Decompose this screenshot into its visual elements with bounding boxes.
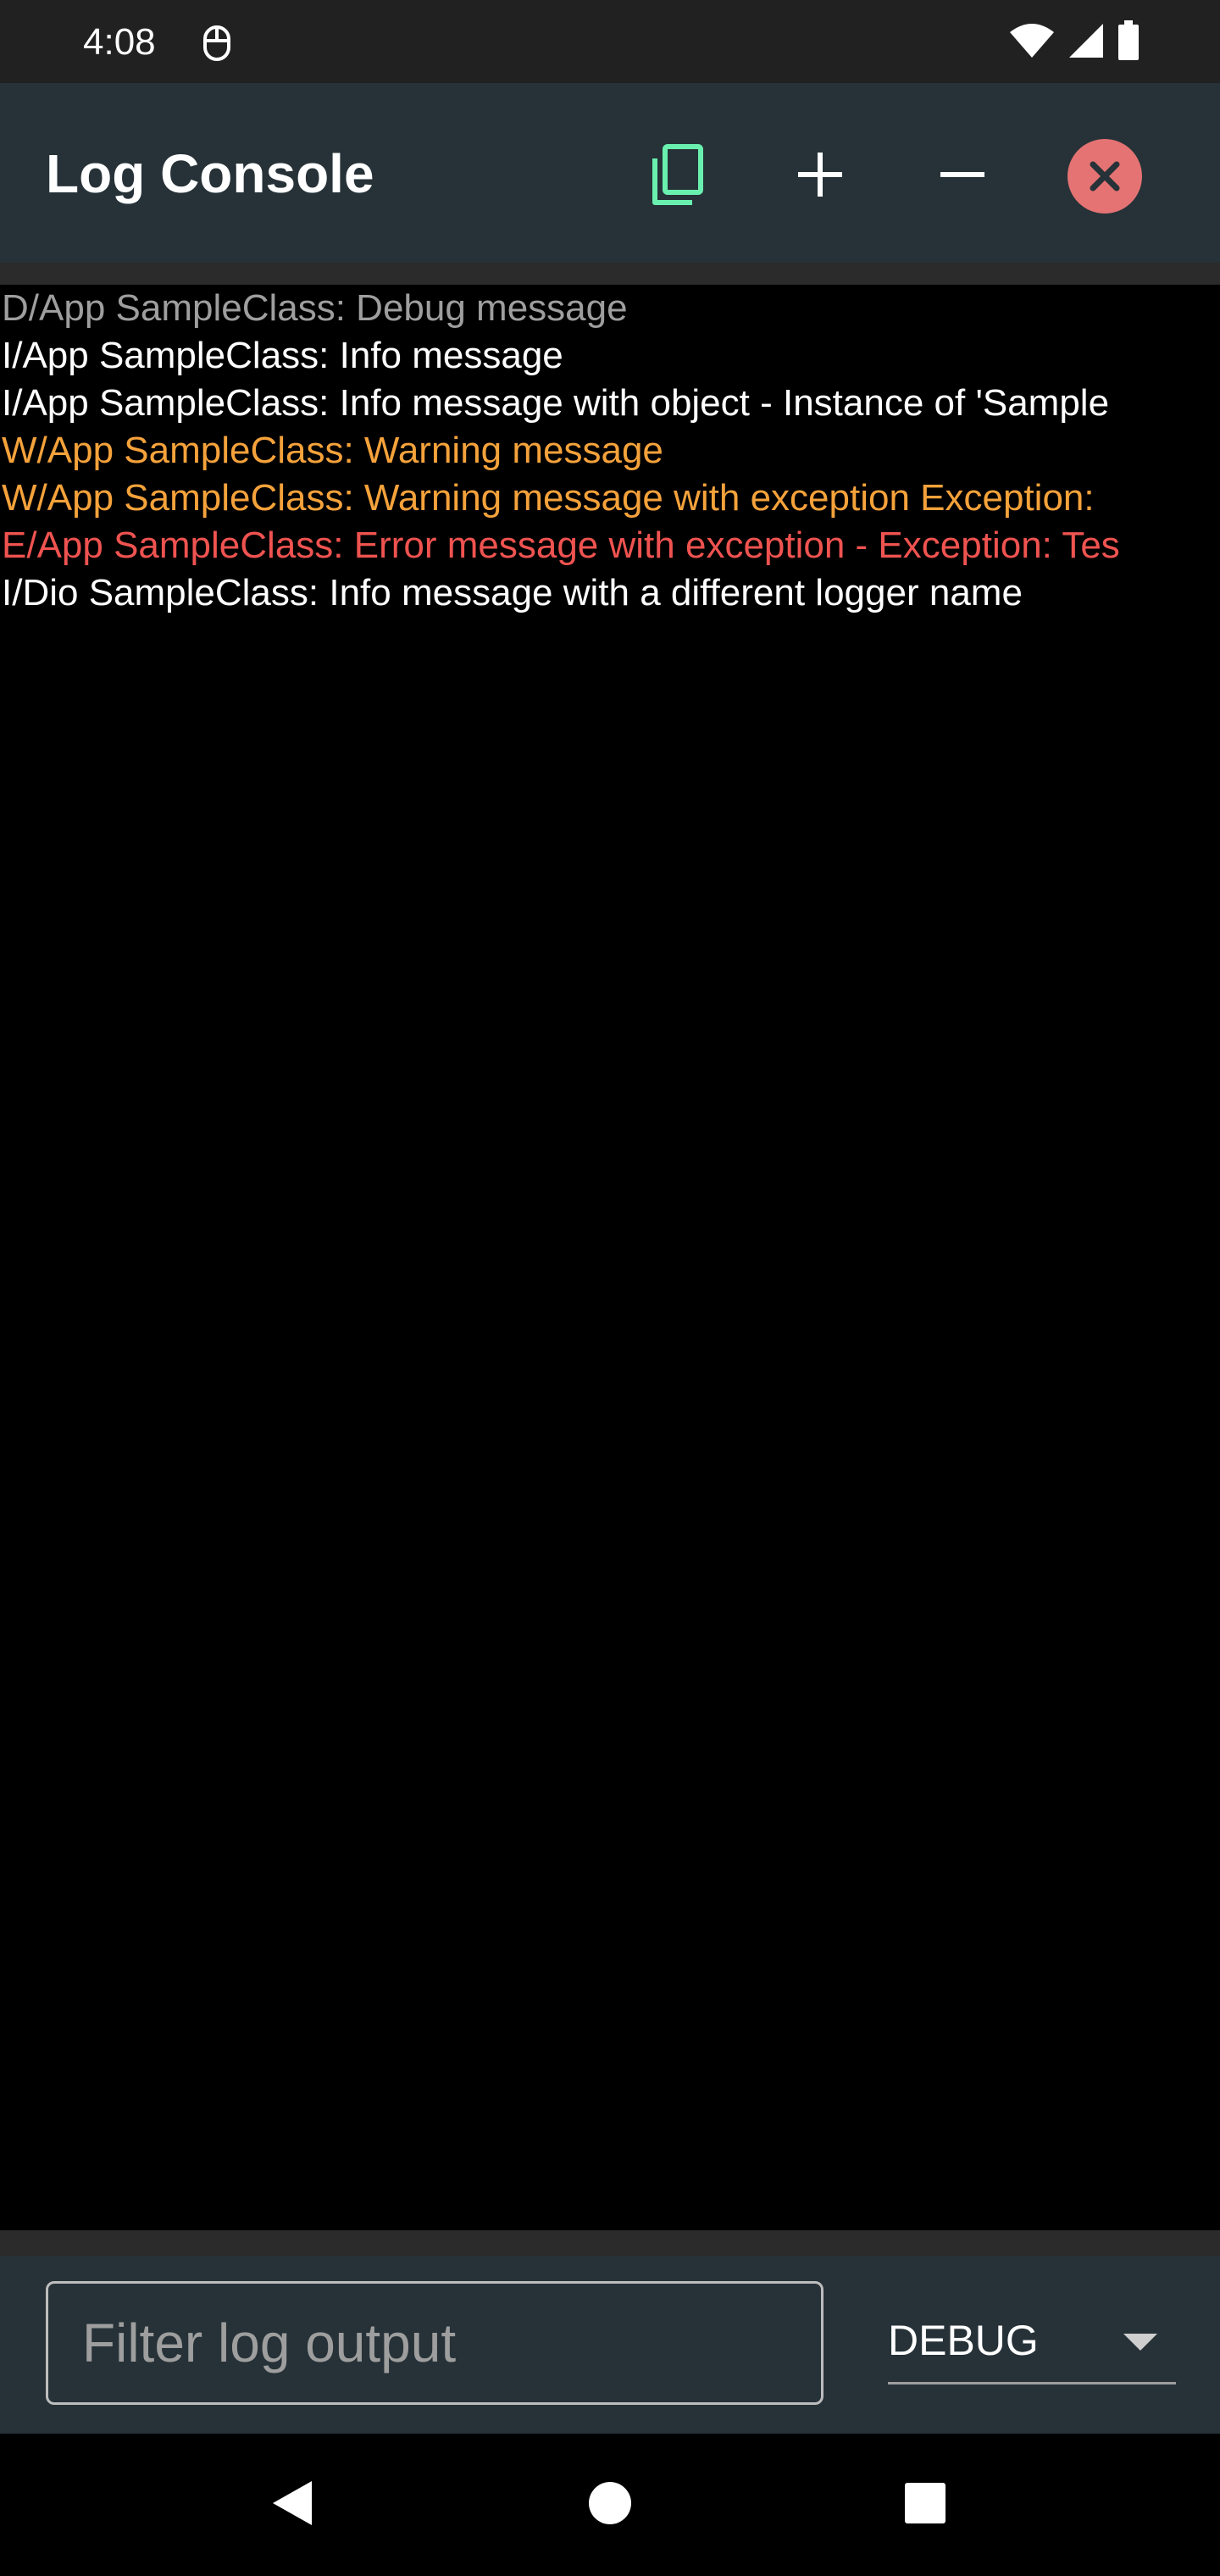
log-level-dropdown[interactable]: DEBUG <box>888 2307 1176 2384</box>
log-line-error: E/App SampleClass: Error message with ex… <box>2 525 1120 566</box>
log-line-info: I/App SampleClass: Info message with obj… <box>2 382 1110 424</box>
filter-bar: DEBUG <box>0 2256 1220 2434</box>
log-level-value: DEBUG <box>888 2317 1039 2364</box>
navigation-bar <box>0 2434 1220 2576</box>
signal-icon <box>1068 22 1105 64</box>
recent-apps-icon <box>903 2481 947 2529</box>
log-line-info: I/App SampleClass: Info message <box>2 335 563 376</box>
copy-button[interactable] <box>635 136 717 217</box>
zoom-in-button[interactable] <box>779 136 861 217</box>
plus-icon <box>796 151 844 203</box>
back-button[interactable] <box>249 2462 334 2547</box>
wifi-icon <box>1008 22 1056 64</box>
home-button[interactable] <box>568 2462 652 2547</box>
filter-input[interactable] <box>46 2281 824 2405</box>
close-button[interactable] <box>1064 136 1145 217</box>
app-bar-divider <box>0 263 1220 285</box>
status-bar: 4:08 <box>0 0 1220 83</box>
log-line-debug: D/App SampleClass: Debug message <box>2 287 628 329</box>
battery-icon <box>1117 19 1140 65</box>
log-line-warning: W/App SampleClass: Warning message <box>2 430 663 471</box>
home-icon <box>587 2480 633 2530</box>
status-time: 4:08 <box>83 21 156 63</box>
mouse-icon <box>200 24 234 63</box>
log-console-screen: 4:08 Log Console D/App SampleClass: Debu… <box>0 0 1220 2576</box>
minus-icon <box>939 151 986 203</box>
close-icon <box>1068 139 1142 214</box>
status-icons <box>1008 19 1140 65</box>
copy-icon <box>648 143 704 210</box>
filter-bar-divider <box>0 2230 1220 2256</box>
chevron-down-icon <box>1123 2334 1157 2351</box>
log-output[interactable]: D/App SampleClass: Debug message I/App S… <box>0 285 1220 2230</box>
back-icon <box>268 2478 315 2533</box>
log-line-warning: W/App SampleClass: Warning message with … <box>2 477 1095 519</box>
page-title: Log Console <box>46 143 374 204</box>
app-bar: Log Console <box>0 83 1220 263</box>
log-line-info: I/Dio SampleClass: Info message with a d… <box>2 572 1023 613</box>
recent-apps-button[interactable] <box>883 2462 968 2547</box>
zoom-out-button[interactable] <box>922 136 1003 217</box>
